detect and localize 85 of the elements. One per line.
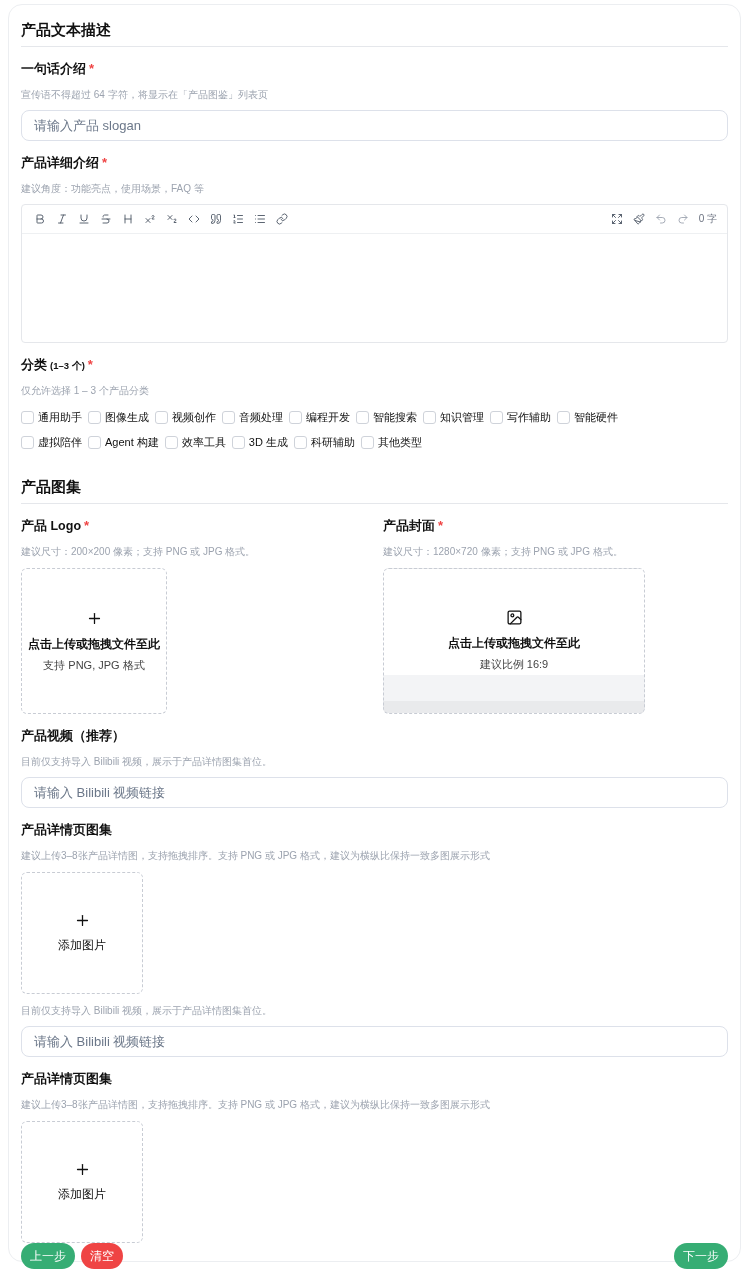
checkbox[interactable]: [293, 436, 307, 449]
image-icon: [505, 609, 523, 626]
field-label: 一句话介绍: [21, 61, 86, 78]
rich-text-editor[interactable]: 0 字: [21, 204, 728, 343]
checkbox[interactable]: [21, 436, 34, 449]
section-title: 产品图集: [21, 472, 728, 504]
strikethrough-icon[interactable]: [100, 213, 112, 225]
input-field[interactable]: 请输入 Bilibili 视频链接: [21, 777, 728, 808]
checkbox[interactable]: [289, 411, 302, 424]
field-label: 分类: [21, 357, 47, 374]
category-checkbox[interactable]: 图像生成: [88, 410, 149, 425]
checkbox[interactable]: [164, 436, 178, 449]
character-count: 0 字: [698, 212, 717, 226]
category-checkbox[interactable]: 视频创作: [155, 410, 216, 425]
required-mark: *: [89, 61, 95, 76]
underline-icon[interactable]: [78, 213, 90, 225]
upload-subtitle: 支持 PNG, JPG 格式: [43, 657, 145, 673]
field-label: 产品视频（推荐）: [21, 728, 125, 745]
bold-icon[interactable]: [34, 213, 46, 225]
category-checkbox[interactable]: 智能硬件: [557, 410, 618, 425]
input-field[interactable]: 请输入产品 slogan: [21, 110, 728, 141]
bullet-list-icon[interactable]: [254, 213, 266, 225]
field-label: 产品 Logo: [21, 518, 81, 535]
category-checkbox[interactable]: 虚拟陪伴: [21, 435, 82, 450]
code-icon[interactable]: [188, 213, 200, 225]
field-hint: 建议角度：功能亮点，使用场景，FAQ 等: [21, 182, 205, 196]
field-hint: 宣传语不得超过 64 字符，将显示在「产品图鉴」列表页: [21, 88, 269, 102]
brush-icon[interactable]: [632, 213, 645, 225]
checkbox[interactable]: [21, 411, 34, 424]
required-mark: *: [438, 518, 444, 533]
required-mark: *: [102, 155, 108, 170]
field-hint: 仅允许选择 1 – 3 个产品分类: [21, 384, 150, 398]
fullscreen-icon[interactable]: [610, 213, 623, 225]
category-checkbox[interactable]: 编程开发: [289, 410, 350, 425]
form-button[interactable]: 清空: [81, 1243, 123, 1269]
add-image-tile[interactable]: 添加图片: [21, 872, 143, 994]
checkbox[interactable]: [222, 411, 235, 424]
undo-icon[interactable]: [654, 213, 667, 225]
checkbox[interactable]: [231, 436, 245, 449]
redo-icon[interactable]: [676, 213, 689, 225]
checkbox[interactable]: [557, 411, 570, 424]
field-label: 产品详情页图集: [21, 1071, 112, 1088]
category-checkbox[interactable]: 3D 生成: [231, 435, 288, 450]
category-checkbox[interactable]: 音频处理: [222, 410, 283, 425]
category-checkbox[interactable]: 智能搜索: [356, 410, 417, 425]
upload-subtitle: 建议比例 16:9: [479, 657, 549, 672]
upload-title: 点击上传或拖拽文件至此: [28, 635, 160, 653]
upload-title: 点击上传或拖拽文件至此: [448, 635, 580, 652]
quote-icon[interactable]: [210, 213, 222, 225]
category-checkbox[interactable]: 写作辅助: [490, 410, 551, 425]
upload-area[interactable]: 点击上传或拖拽文件至此 支持 PNG, JPG 格式: [21, 568, 167, 714]
heading-icon[interactable]: [122, 213, 134, 225]
subscript-icon[interactable]: [166, 213, 178, 225]
ordered-list-icon[interactable]: [232, 213, 244, 225]
section-title: 产品文本描述: [21, 15, 728, 47]
checkbox[interactable]: [356, 411, 369, 424]
field-hint: 目前仅支持导入 Bilibili 视频，展示于产品详情图集首位。: [21, 1004, 274, 1018]
input-field[interactable]: 请输入 Bilibili 视频链接: [21, 1026, 728, 1057]
field-label: 产品详情页图集: [21, 822, 112, 839]
checkbox[interactable]: [88, 436, 101, 449]
link-icon[interactable]: [276, 213, 288, 225]
field-hint: 建议尺寸：200×200 像素；支持 PNG 或 JPG 格式。: [21, 545, 257, 559]
category-checkbox[interactable]: 其他类型: [360, 435, 422, 450]
upload-area[interactable]: 点击上传或拖拽文件至此 建议比例 16:9: [383, 568, 645, 714]
category-checkbox[interactable]: 科研辅助: [293, 435, 355, 450]
category-checkbox[interactable]: 效率工具: [164, 435, 226, 450]
category-checkbox[interactable]: 通用助手: [21, 410, 82, 425]
italic-icon[interactable]: [56, 213, 68, 225]
field-hint: 建议尺寸：1280×720 像素；支持 PNG 或 JPG 格式。: [383, 545, 624, 559]
checkbox[interactable]: [155, 411, 168, 424]
tile-label: 添加图片: [58, 1186, 106, 1203]
required-mark: *: [87, 357, 93, 372]
field-note: (1–3 个): [50, 360, 85, 373]
checkbox[interactable]: [360, 436, 374, 449]
checkbox[interactable]: [88, 411, 101, 424]
field-label: 产品详细介绍: [21, 155, 99, 172]
field-hint: 目前仅支持导入 Bilibili 视频，展示于产品详情图集首位。: [21, 755, 274, 769]
category-checkbox[interactable]: Agent 构建: [88, 435, 159, 450]
superscript-icon[interactable]: [144, 213, 156, 225]
field-label: 产品封面: [383, 518, 435, 535]
checkbox[interactable]: [423, 411, 436, 424]
category-checkbox[interactable]: 知识管理: [423, 410, 484, 425]
checkbox[interactable]: [490, 411, 503, 424]
required-mark: *: [84, 518, 90, 533]
tile-label: 添加图片: [58, 937, 106, 954]
